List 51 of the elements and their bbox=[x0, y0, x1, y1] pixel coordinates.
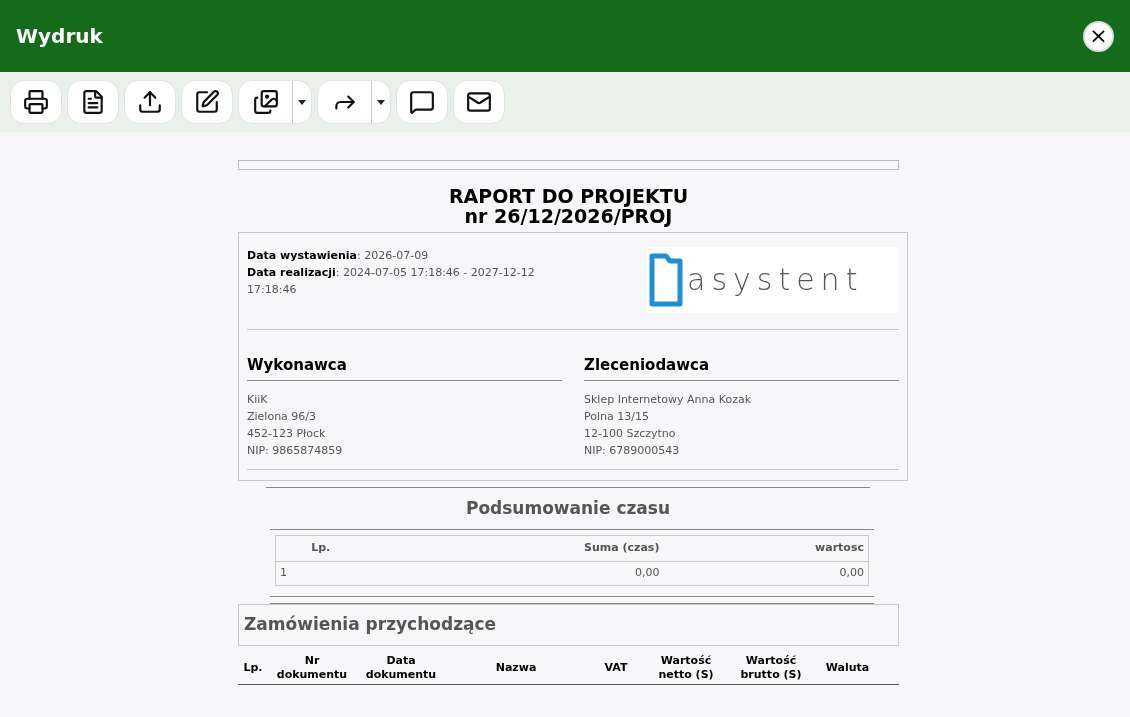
column-header: Lp. bbox=[242, 661, 264, 675]
column-header: Nazwa bbox=[494, 661, 538, 675]
column-header: Wartość brutto (S) bbox=[739, 654, 803, 682]
party-heading: Zleceniodawca bbox=[584, 354, 899, 381]
split-button[interactable] bbox=[238, 80, 312, 124]
address-line: NIP: 9865874859 bbox=[247, 442, 344, 459]
address-line: KiiK bbox=[247, 391, 269, 408]
printer-button[interactable] bbox=[10, 80, 62, 124]
column-header: VAT bbox=[603, 661, 629, 675]
edit-icon bbox=[194, 89, 220, 115]
printer-icon bbox=[23, 89, 49, 115]
window-title: Wydruk bbox=[16, 23, 103, 50]
column-header: wartosc bbox=[663, 535, 869, 562]
split-button[interactable] bbox=[317, 80, 391, 124]
column-header: Suma (czas) bbox=[365, 535, 664, 562]
table-cell: 0,00 bbox=[663, 561, 869, 586]
column-header: Data dokumentu bbox=[364, 654, 438, 682]
close-button[interactable]: × bbox=[1083, 20, 1114, 52]
pdf-file-button[interactable] bbox=[67, 80, 119, 124]
date-line: Data wystawienia: 2026-07-09 bbox=[247, 248, 430, 264]
folder-icon bbox=[649, 253, 683, 307]
pdf-file-icon bbox=[80, 89, 106, 115]
address-line: 452-123 Płock bbox=[247, 425, 327, 442]
logo-text: asystent bbox=[687, 265, 864, 295]
section-title: Podsumowanie czasu bbox=[465, 496, 671, 520]
report-title: RAPORT DO PROJEKTU bbox=[448, 186, 689, 206]
column-header: Wartość netto (S) bbox=[657, 654, 715, 682]
upload-icon bbox=[137, 89, 163, 115]
caret-icon bbox=[377, 99, 385, 105]
report-number: nr 26/12/2026/PROJ bbox=[464, 206, 673, 226]
column-header: Waluta bbox=[824, 661, 871, 675]
column-header: Nr dokumentu bbox=[275, 654, 349, 682]
address-line: Zielona 96/3 bbox=[247, 408, 318, 425]
edit-button[interactable] bbox=[181, 80, 233, 124]
images-icon bbox=[252, 89, 279, 115]
party-heading: Wykonawca bbox=[247, 354, 562, 381]
comment-icon bbox=[409, 89, 435, 115]
table-cell: 0,00 bbox=[365, 561, 664, 586]
caret-icon bbox=[298, 99, 306, 105]
column-header: Lp. bbox=[275, 535, 366, 562]
address-line: 12-100 Szczytno bbox=[584, 425, 677, 442]
comment-button[interactable] bbox=[396, 80, 448, 124]
address-line: NIP: 6789000543 bbox=[584, 442, 681, 459]
upload-button[interactable] bbox=[124, 80, 176, 124]
address-line: Sklep Internetowy Anna Kozak bbox=[584, 391, 753, 408]
address-line: Polna 13/15 bbox=[584, 408, 650, 425]
mail-button[interactable] bbox=[453, 80, 505, 124]
date-line: Data realizacji: 2024-07-05 17:18:46 - 2027-12-12 17:18:46 bbox=[247, 265, 536, 298]
mail-icon bbox=[466, 89, 492, 115]
table-cell: 1 bbox=[275, 561, 366, 586]
section-title: Zamówienia przychodzące bbox=[244, 613, 497, 637]
